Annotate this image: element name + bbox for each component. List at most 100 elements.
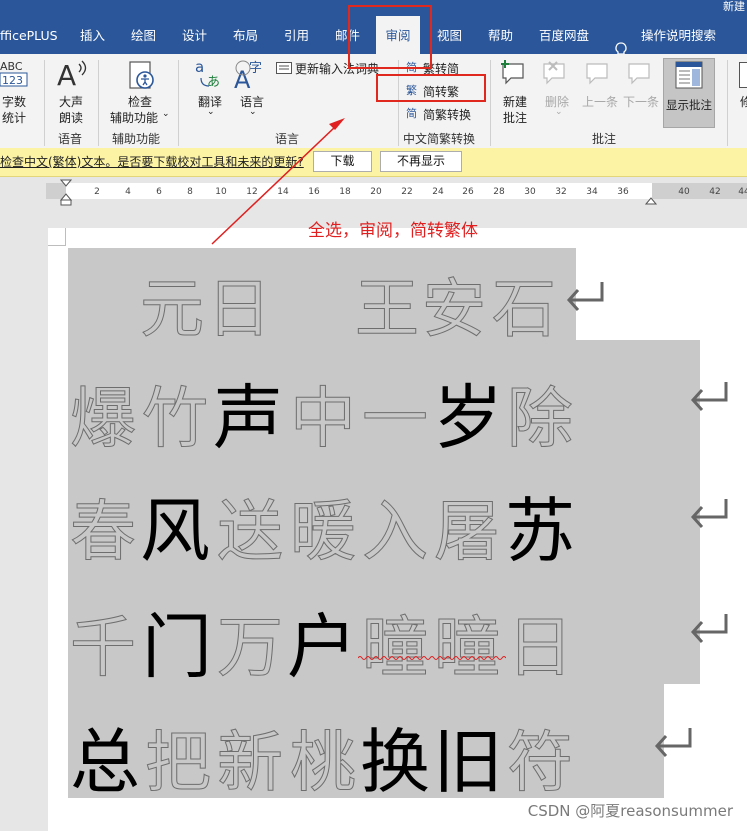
ruler-right-margin	[652, 183, 747, 199]
paragraph-mark-icon	[690, 382, 728, 412]
poem-char: 元	[140, 273, 205, 348]
next-comment-label: 下一条	[623, 95, 660, 109]
poem-char: 石	[492, 273, 557, 348]
message-bar: 检查中文(繁体)文本。是否要下载校对工具和未来的更新? 下载 不再显示	[0, 148, 747, 177]
tab-design[interactable]: 设计	[182, 16, 207, 54]
poem-char: 入	[362, 493, 429, 571]
ruler-tick-label: 10	[215, 187, 227, 197]
accessibility-line2: 辅助功能	[110, 111, 159, 125]
convert-icon: 简	[406, 107, 417, 120]
ruler-tick-label: 26	[462, 187, 474, 197]
tell-me-search[interactable]: 操作说明搜索	[641, 16, 716, 54]
poem-char: 风	[140, 490, 210, 572]
poem-char: 一	[362, 380, 429, 458]
document-title: 新建	[723, 0, 745, 13]
group-separator	[98, 60, 99, 146]
ruler-tick-label: 32	[555, 187, 567, 197]
margin-corner-mark	[48, 228, 66, 246]
poem-char: 王	[355, 273, 420, 348]
poem-char: 桃	[290, 724, 357, 802]
word-count-line2: 统计	[2, 111, 27, 125]
right-indent-marker[interactable]	[645, 193, 657, 205]
svg-text:ABC: ABC	[0, 60, 23, 73]
ruler-tick-label: 4	[125, 187, 131, 197]
chevron-down-icon: ⌄	[162, 109, 170, 119]
poem-char: 总	[70, 721, 140, 803]
ruler-tick-label: 12	[246, 187, 258, 197]
annotation-text: 全选，审阅，简转繁体	[308, 221, 478, 241]
group-separator	[178, 60, 179, 146]
highlight-box-review-tab	[348, 5, 432, 69]
word-count-icon: ABC 123	[0, 60, 28, 87]
dictionary-icon	[276, 62, 292, 74]
tab-insert[interactable]: 插入	[80, 16, 105, 54]
ruler-tick-label: 28	[493, 187, 505, 197]
show-comments-icon	[675, 61, 703, 89]
tab-references[interactable]: 引用	[284, 16, 309, 54]
chevron-down-icon: ⌄	[555, 107, 563, 117]
svg-text:あ: あ	[207, 75, 220, 90]
new-comment-line2: 批注	[503, 111, 528, 125]
tab-baidu-netdisk[interactable]: 百度网盘	[539, 16, 589, 54]
read-aloud-icon: A	[57, 59, 87, 90]
poem-char: 中	[290, 380, 357, 458]
poem-char: 符	[507, 724, 574, 802]
poem-char: 门	[142, 606, 212, 688]
poem-char: 万	[217, 609, 284, 687]
show-comments-label: 显示批注	[666, 98, 712, 112]
ruler-tick-label: 44	[738, 187, 747, 197]
poem-char: 春	[70, 493, 137, 571]
watermark: CSDN @阿夏reasonsummer	[527, 802, 733, 820]
paragraph-mark-icon	[690, 499, 728, 529]
poem-char: 千	[70, 609, 137, 687]
svg-text:123: 123	[2, 74, 23, 87]
read-aloud-line2: 朗读	[59, 111, 84, 125]
next-comment-icon	[628, 63, 650, 85]
ruler-tick-label: 20	[370, 187, 382, 197]
ruler-tick-label: 8	[187, 187, 193, 197]
paragraph-mark-icon	[654, 728, 692, 758]
dont-show-again-button[interactable]: 不再显示	[380, 151, 462, 172]
document-icon	[739, 62, 747, 88]
tab-draw[interactable]: 绘图	[131, 16, 156, 54]
tab-view[interactable]: 视图	[437, 16, 462, 54]
highlight-box-simp-to-trad	[376, 74, 486, 102]
poem-char: 把	[145, 724, 212, 802]
ruler-tick-label: 36	[617, 187, 629, 197]
new-comment-icon	[501, 60, 524, 85]
tab-help[interactable]: 帮助	[488, 16, 513, 54]
paragraph-mark-icon	[566, 282, 604, 312]
poem-char: 岁	[433, 377, 503, 459]
poem-char: 苏	[505, 490, 575, 572]
ruler-tick-label: 16	[308, 187, 320, 197]
poem-char: 日	[507, 609, 574, 687]
horizontal-ruler[interactable]: 2 4 6 8 10 12 14 16 18 20 22 24 26 28 30 32 34 36 40 42 44	[0, 177, 747, 207]
ruler-tick-label: 22	[401, 187, 413, 197]
tab-layout[interactable]: 布局	[233, 16, 258, 54]
translate-icon: a あ	[195, 58, 220, 90]
tab-officeplus[interactable]: fficePLUS	[0, 16, 58, 54]
modify-group-label: 修	[740, 95, 747, 109]
previous-comment-icon	[586, 63, 608, 85]
previous-comment-label: 上一条	[582, 95, 619, 109]
message-text[interactable]: 检查中文(繁体)文本。是否要下载校对工具和未来的更新?	[0, 148, 304, 176]
svg-text:A: A	[57, 59, 76, 90]
ruler-tick-label: 42	[709, 187, 721, 197]
ruler-tick-label: 6	[156, 187, 162, 197]
poem-char: 竹	[142, 380, 209, 458]
svg-text:字: 字	[249, 61, 262, 76]
delete-comment-icon	[543, 61, 565, 85]
group-label-accessibility: 辅助功能	[112, 132, 161, 146]
poem-char: 送	[217, 493, 284, 571]
group-label-language: 语言	[275, 132, 300, 146]
poem-char: 声	[213, 377, 283, 459]
convert-label: 简繁转换	[423, 108, 472, 122]
show-comments-button[interactable]: 显示批注	[663, 58, 715, 128]
group-separator	[398, 60, 399, 146]
poem-char: 换	[360, 721, 430, 803]
ruler-tick-label: 2	[94, 187, 100, 197]
first-line-indent-marker[interactable]	[60, 179, 72, 207]
group-separator	[727, 60, 728, 146]
poem-char: 旧	[433, 721, 503, 803]
download-button[interactable]: 下载	[313, 151, 372, 172]
